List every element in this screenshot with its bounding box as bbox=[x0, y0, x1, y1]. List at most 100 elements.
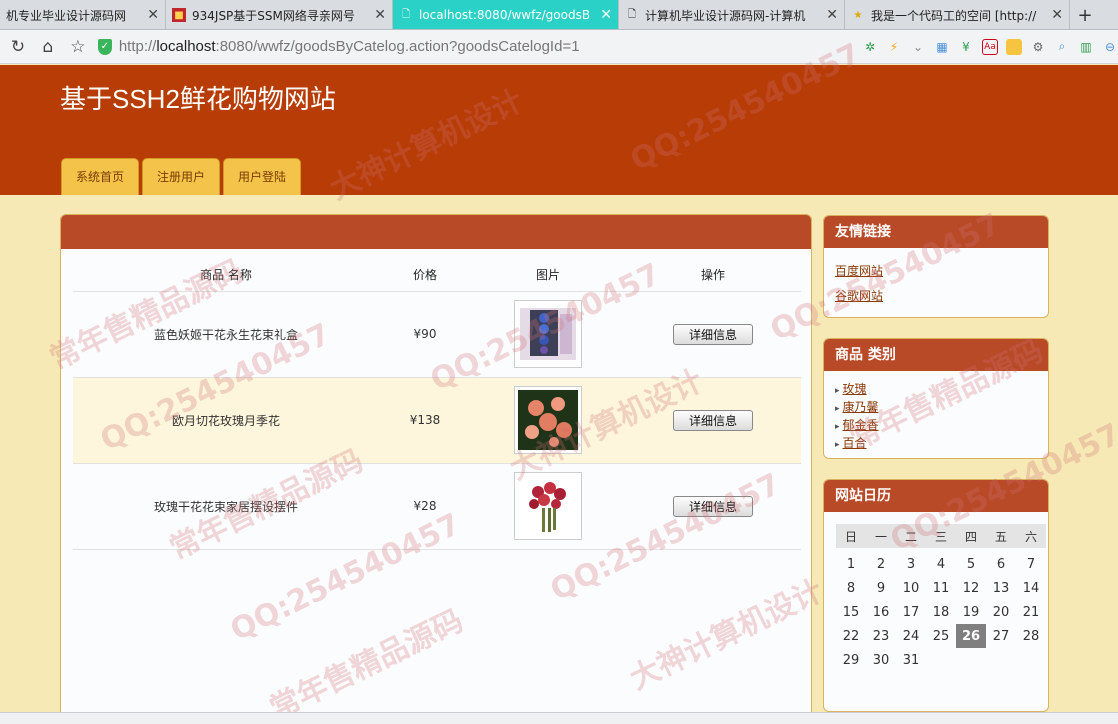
calendar-day[interactable]: 23 bbox=[866, 624, 896, 648]
browser-tab-active[interactable]: 🗋 localhost:8080/wwfz/goodsB ✕ bbox=[393, 0, 619, 29]
calendar-day[interactable]: 8 bbox=[836, 576, 866, 600]
calendar-day[interactable]: 7 bbox=[1016, 552, 1046, 576]
calendar-day[interactable]: 14 bbox=[1016, 576, 1046, 600]
close-tab-icon[interactable]: ✕ bbox=[374, 7, 386, 23]
category-rose[interactable]: 玫瑰 bbox=[835, 381, 1048, 399]
browser-tab[interactable]: ■ 934JSP基于SSM网络寻亲网号 ✕ bbox=[166, 0, 393, 29]
close-tab-icon[interactable]: ✕ bbox=[1051, 7, 1063, 23]
calendar-day[interactable]: 25 bbox=[926, 624, 956, 648]
apps-icon[interactable]: ▦ bbox=[934, 39, 950, 55]
calendar-day[interactable]: 9 bbox=[866, 576, 896, 600]
new-tab-button[interactable]: + bbox=[1070, 0, 1100, 29]
calendar-day[interactable]: 12 bbox=[956, 576, 986, 600]
currency-icon[interactable]: ¥ bbox=[958, 39, 974, 55]
category-box: 商品 类别 玫瑰 康乃馨 郁金香 百合 bbox=[823, 338, 1049, 459]
calendar-day[interactable]: 15 bbox=[836, 600, 866, 624]
calendar-day[interactable]: 31 bbox=[896, 648, 926, 672]
weekday-label: 六 bbox=[1016, 524, 1046, 548]
translate-icon[interactable]: Aa bbox=[982, 38, 998, 55]
calendar-day[interactable]: 11 bbox=[926, 576, 956, 600]
calendar-day[interactable]: 4 bbox=[926, 552, 956, 576]
calendar-day-today[interactable]: 26 bbox=[956, 624, 986, 648]
bookmark-star-icon[interactable]: ☆ bbox=[66, 35, 90, 59]
category-lily[interactable]: 百合 bbox=[835, 435, 1048, 453]
menu-home[interactable]: 系统首页 bbox=[61, 158, 139, 195]
product-image[interactable] bbox=[514, 472, 582, 540]
col-header-image: 图片 bbox=[471, 259, 625, 292]
table-row: 欧月切花玫瑰月季花 ¥138 详细信息 bbox=[73, 377, 801, 464]
browser-tab[interactable]: 🗋 计算机毕业设计源码网-计算机 ✕ bbox=[619, 0, 845, 29]
close-tab-icon[interactable]: ✕ bbox=[147, 7, 159, 23]
weekday-label: 五 bbox=[986, 524, 1016, 548]
calendar-day[interactable]: 19 bbox=[956, 600, 986, 624]
gift-box-flowers-image bbox=[520, 308, 576, 360]
calendar-day[interactable]: 6 bbox=[986, 552, 1016, 576]
category-title: 商品 类别 bbox=[824, 339, 1048, 371]
calendar-day[interactable]: 13 bbox=[986, 576, 1016, 600]
calendar-day[interactable]: 28 bbox=[1016, 624, 1046, 648]
weekday-label: 三 bbox=[926, 524, 956, 548]
detail-button[interactable]: 详细信息 bbox=[673, 409, 753, 431]
browser-tab[interactable]: 机专业毕业设计源码网 ✕ bbox=[0, 0, 166, 29]
product-panel: 商品 名称 价格 图片 操作 蓝色妖姬干花永生花束礼盒 ¥90 详细信息 欧月切… bbox=[60, 214, 812, 724]
product-price: ¥28 bbox=[379, 463, 471, 550]
category-carnation[interactable]: 康乃馨 bbox=[835, 399, 1048, 417]
category-tulip[interactable]: 郁金香 bbox=[835, 417, 1048, 435]
settings-icon[interactable]: ⚙ bbox=[1030, 39, 1046, 55]
table-row: 蓝色妖姬干花永生花束礼盒 ¥90 详细信息 bbox=[73, 291, 801, 378]
product-image[interactable] bbox=[514, 386, 582, 454]
col-header-name: 商品 名称 bbox=[73, 259, 379, 292]
browser-tab[interactable]: ★ 我是一个代码工的空间 [http:// ✕ bbox=[845, 0, 1070, 29]
menu-login[interactable]: 用户登陆 bbox=[223, 158, 301, 195]
detail-button[interactable]: 详细信息 bbox=[673, 323, 753, 345]
calendar-day[interactable]: 2 bbox=[866, 552, 896, 576]
link-google[interactable]: 谷歌网站 bbox=[835, 287, 1048, 304]
calendar-day[interactable]: 18 bbox=[926, 600, 956, 624]
rose-bouquet-image bbox=[518, 390, 578, 450]
calendar-day[interactable]: 24 bbox=[896, 624, 926, 648]
friend-links-title: 友情链接 bbox=[824, 216, 1048, 248]
tab-title: 934JSP基于SSM网络寻亲网号 bbox=[192, 8, 355, 23]
link-baidu[interactable]: 百度网站 bbox=[835, 262, 1048, 279]
friend-links-list: 百度网站 谷歌网站 bbox=[824, 248, 1048, 304]
product-name: 蓝色妖姬干花永生花束礼盒 bbox=[73, 291, 379, 378]
product-price: ¥138 bbox=[379, 377, 471, 464]
calendar-day bbox=[1016, 648, 1046, 672]
calendar-day[interactable]: 27 bbox=[986, 624, 1016, 648]
minus-circle-icon[interactable]: ⊖ bbox=[1102, 39, 1118, 55]
url-prefix: http:// bbox=[118, 38, 157, 55]
calendar-day[interactable]: 22 bbox=[836, 624, 866, 648]
calendar-day[interactable]: 5 bbox=[956, 552, 986, 576]
weekday-label: 一 bbox=[866, 524, 896, 548]
lightning-icon[interactable]: ⚡ bbox=[886, 39, 902, 55]
weekday-label: 日 bbox=[836, 524, 866, 548]
detail-button[interactable]: 详细信息 bbox=[673, 495, 753, 517]
calendar-day[interactable]: 16 bbox=[866, 600, 896, 624]
compat-mode-icon[interactable]: ✲ bbox=[862, 39, 878, 55]
product-image[interactable] bbox=[514, 300, 582, 368]
calendar-day bbox=[956, 648, 986, 672]
calendar-grid: 日 一 二 三 四 五 六 1 2 3 4 5 6 7 8 9 10 11 12… bbox=[836, 524, 1046, 672]
tab-title: localhost:8080/wwfz/goodsB bbox=[419, 8, 591, 22]
menu-register[interactable]: 注册用户 bbox=[142, 158, 220, 195]
calendar-day[interactable]: 1 bbox=[836, 552, 866, 576]
calendar-day[interactable]: 20 bbox=[986, 600, 1016, 624]
calendar-day[interactable]: 3 bbox=[896, 552, 926, 576]
page-icon: 🗋 bbox=[627, 8, 637, 20]
book-icon[interactable]: ▥ bbox=[1078, 39, 1094, 55]
address-bar[interactable]: ✓ http://localhost:8080/wwfz/goodsByCate… bbox=[97, 34, 776, 60]
calendar-day[interactable]: 21 bbox=[1016, 600, 1046, 624]
zoom-icon[interactable]: ⌕ bbox=[1054, 39, 1070, 55]
screenshot-icon[interactable] bbox=[1006, 38, 1022, 55]
close-tab-icon[interactable]: ✕ bbox=[600, 7, 612, 23]
reload-icon[interactable]: ↻ bbox=[6, 35, 30, 59]
close-tab-icon[interactable]: ✕ bbox=[826, 7, 838, 23]
calendar-day[interactable]: 10 bbox=[896, 576, 926, 600]
weekday-label: 四 bbox=[956, 524, 986, 548]
calendar-day[interactable]: 17 bbox=[896, 600, 926, 624]
calendar-day[interactable]: 30 bbox=[866, 648, 896, 672]
calendar-day[interactable]: 29 bbox=[836, 648, 866, 672]
home-icon[interactable]: ⌂ bbox=[36, 35, 60, 59]
security-shield-icon: ✓ bbox=[97, 38, 112, 55]
chevron-down-icon[interactable]: ⌄ bbox=[910, 39, 926, 55]
